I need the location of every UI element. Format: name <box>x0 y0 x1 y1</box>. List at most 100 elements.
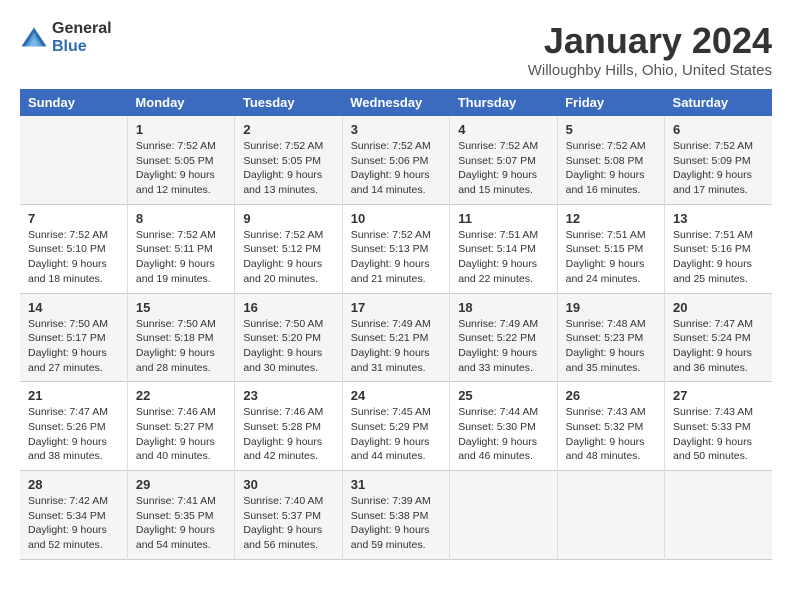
calendar-cell: 19 Sunrise: 7:48 AM Sunset: 5:23 PM Dayli… <box>557 293 664 382</box>
day-info: Sunrise: 7:49 AM Sunset: 5:22 PM Dayligh… <box>458 317 548 376</box>
calendar-cell: 15 Sunrise: 7:50 AM Sunset: 5:18 PM Dayli… <box>127 293 234 382</box>
calendar-cell: 30 Sunrise: 7:40 AM Sunset: 5:37 PM Dayli… <box>235 471 342 560</box>
calendar-cell <box>557 471 664 560</box>
calendar-cell: 2 Sunrise: 7:52 AM Sunset: 5:05 PM Daylig… <box>235 116 342 204</box>
day-number: 16 <box>243 300 333 315</box>
day-info: Sunrise: 7:49 AM Sunset: 5:21 PM Dayligh… <box>351 317 441 376</box>
calendar-cell: 20 Sunrise: 7:47 AM Sunset: 5:24 PM Dayli… <box>665 293 772 382</box>
day-info: Sunrise: 7:52 AM Sunset: 5:13 PM Dayligh… <box>351 228 441 287</box>
day-info: Sunrise: 7:42 AM Sunset: 5:34 PM Dayligh… <box>28 494 119 553</box>
calendar-cell: 28 Sunrise: 7:42 AM Sunset: 5:34 PM Dayli… <box>20 471 127 560</box>
calendar-week-row: 1Sunrise: 7:52 AM Sunset: 5:05 PM Daylig… <box>20 116 772 204</box>
day-number: 19 <box>566 300 656 315</box>
calendar-cell: 9 Sunrise: 7:52 AM Sunset: 5:12 PM Daylig… <box>235 204 342 293</box>
logo-text: General Blue <box>52 20 112 55</box>
calendar-cell: 6 Sunrise: 7:52 AM Sunset: 5:09 PM Daylig… <box>665 116 772 204</box>
day-info: Sunrise: 7:52 AM Sunset: 5:10 PM Dayligh… <box>28 228 119 287</box>
day-info: Sunrise: 7:46 AM Sunset: 5:28 PM Dayligh… <box>243 405 333 464</box>
calendar-cell: 7Sunrise: 7:52 AM Sunset: 5:10 PM Daylig… <box>20 204 127 293</box>
calendar-cell <box>20 116 127 204</box>
calendar-cell: 27 Sunrise: 7:43 AM Sunset: 5:33 PM Dayli… <box>665 382 772 471</box>
day-number: 15 <box>136 300 226 315</box>
calendar-cell <box>450 471 557 560</box>
day-info: Sunrise: 7:52 AM Sunset: 5:07 PM Dayligh… <box>458 139 548 198</box>
calendar-header-row: SundayMondayTuesdayWednesdayThursdayFrid… <box>20 89 772 116</box>
day-info: Sunrise: 7:52 AM Sunset: 5:05 PM Dayligh… <box>136 139 226 198</box>
day-number: 22 <box>136 388 226 403</box>
day-number: 29 <box>136 477 226 492</box>
calendar-cell: 4 Sunrise: 7:52 AM Sunset: 5:07 PM Daylig… <box>450 116 557 204</box>
day-number: 2 <box>243 122 333 137</box>
calendar-cell: 23 Sunrise: 7:46 AM Sunset: 5:28 PM Dayli… <box>235 382 342 471</box>
calendar-cell: 25 Sunrise: 7:44 AM Sunset: 5:30 PM Dayli… <box>450 382 557 471</box>
day-info: Sunrise: 7:45 AM Sunset: 5:29 PM Dayligh… <box>351 405 441 464</box>
day-number: 28 <box>28 477 119 492</box>
day-info: Sunrise: 7:48 AM Sunset: 5:23 PM Dayligh… <box>566 317 656 376</box>
day-info: Sunrise: 7:51 AM Sunset: 5:15 PM Dayligh… <box>566 228 656 287</box>
day-info: Sunrise: 7:47 AM Sunset: 5:24 PM Dayligh… <box>673 317 764 376</box>
day-info: Sunrise: 7:50 AM Sunset: 5:20 PM Dayligh… <box>243 317 333 376</box>
day-number: 5 <box>566 122 656 137</box>
calendar-week-row: 7Sunrise: 7:52 AM Sunset: 5:10 PM Daylig… <box>20 204 772 293</box>
day-number: 25 <box>458 388 548 403</box>
day-number: 17 <box>351 300 441 315</box>
logo: General Blue <box>20 20 112 55</box>
day-info: Sunrise: 7:47 AM Sunset: 5:26 PM Dayligh… <box>28 405 119 464</box>
day-number: 14 <box>28 300 119 315</box>
calendar-cell: 31Sunrise: 7:39 AM Sunset: 5:38 PM Dayli… <box>342 471 449 560</box>
day-info: Sunrise: 7:52 AM Sunset: 5:12 PM Dayligh… <box>243 228 333 287</box>
calendar-cell: 10 Sunrise: 7:52 AM Sunset: 5:13 PM Dayli… <box>342 204 449 293</box>
day-info: Sunrise: 7:46 AM Sunset: 5:27 PM Dayligh… <box>136 405 226 464</box>
day-number: 27 <box>673 388 764 403</box>
calendar-cell: 17 Sunrise: 7:49 AM Sunset: 5:21 PM Dayli… <box>342 293 449 382</box>
calendar-cell: 12 Sunrise: 7:51 AM Sunset: 5:15 PM Dayli… <box>557 204 664 293</box>
day-info: Sunrise: 7:52 AM Sunset: 5:11 PM Dayligh… <box>136 228 226 287</box>
calendar-cell: 8Sunrise: 7:52 AM Sunset: 5:11 PM Daylig… <box>127 204 234 293</box>
logo-blue-text: Blue <box>52 38 112 56</box>
day-info: Sunrise: 7:43 AM Sunset: 5:33 PM Dayligh… <box>673 405 764 464</box>
calendar-cell: 21 Sunrise: 7:47 AM Sunset: 5:26 PM Dayli… <box>20 382 127 471</box>
day-number: 10 <box>351 211 441 226</box>
calendar-cell: 13 Sunrise: 7:51 AM Sunset: 5:16 PM Dayli… <box>665 204 772 293</box>
day-number: 11 <box>458 211 548 226</box>
day-number: 30 <box>243 477 333 492</box>
day-number: 23 <box>243 388 333 403</box>
day-info: Sunrise: 7:52 AM Sunset: 5:08 PM Dayligh… <box>566 139 656 198</box>
day-number: 6 <box>673 122 764 137</box>
calendar-cell: 22 Sunrise: 7:46 AM Sunset: 5:27 PM Dayli… <box>127 382 234 471</box>
calendar-week-row: 14 Sunrise: 7:50 AM Sunset: 5:17 PM Dayli… <box>20 293 772 382</box>
weekday-header: Monday <box>127 89 234 116</box>
day-number: 26 <box>566 388 656 403</box>
day-info: Sunrise: 7:51 AM Sunset: 5:16 PM Dayligh… <box>673 228 764 287</box>
page-header: General Blue January 2024 Willoughby Hil… <box>20 20 772 79</box>
calendar-week-row: 28 Sunrise: 7:42 AM Sunset: 5:34 PM Dayli… <box>20 471 772 560</box>
day-info: Sunrise: 7:50 AM Sunset: 5:17 PM Dayligh… <box>28 317 119 376</box>
logo-icon <box>20 24 48 52</box>
day-info: Sunrise: 7:44 AM Sunset: 5:30 PM Dayligh… <box>458 405 548 464</box>
calendar-subtitle: Willoughby Hills, Ohio, United States <box>528 62 772 79</box>
day-info: Sunrise: 7:52 AM Sunset: 5:05 PM Dayligh… <box>243 139 333 198</box>
day-number: 13 <box>673 211 764 226</box>
day-info: Sunrise: 7:43 AM Sunset: 5:32 PM Dayligh… <box>566 405 656 464</box>
day-info: Sunrise: 7:41 AM Sunset: 5:35 PM Dayligh… <box>136 494 226 553</box>
day-number: 12 <box>566 211 656 226</box>
day-number: 4 <box>458 122 548 137</box>
calendar-cell: 11Sunrise: 7:51 AM Sunset: 5:14 PM Dayli… <box>450 204 557 293</box>
day-number: 24 <box>351 388 441 403</box>
weekday-header: Saturday <box>665 89 772 116</box>
day-number: 9 <box>243 211 333 226</box>
day-number: 20 <box>673 300 764 315</box>
day-info: Sunrise: 7:39 AM Sunset: 5:38 PM Dayligh… <box>351 494 441 553</box>
calendar-cell: 14 Sunrise: 7:50 AM Sunset: 5:17 PM Dayli… <box>20 293 127 382</box>
calendar-cell: 1Sunrise: 7:52 AM Sunset: 5:05 PM Daylig… <box>127 116 234 204</box>
calendar-cell: 16 Sunrise: 7:50 AM Sunset: 5:20 PM Dayli… <box>235 293 342 382</box>
day-info: Sunrise: 7:40 AM Sunset: 5:37 PM Dayligh… <box>243 494 333 553</box>
day-info: Sunrise: 7:50 AM Sunset: 5:18 PM Dayligh… <box>136 317 226 376</box>
calendar-cell: 3Sunrise: 7:52 AM Sunset: 5:06 PM Daylig… <box>342 116 449 204</box>
calendar-cell: 29 Sunrise: 7:41 AM Sunset: 5:35 PM Dayli… <box>127 471 234 560</box>
title-block: January 2024 Willoughby Hills, Ohio, Uni… <box>528 20 772 79</box>
day-number: 18 <box>458 300 548 315</box>
weekday-header: Friday <box>557 89 664 116</box>
day-info: Sunrise: 7:52 AM Sunset: 5:09 PM Dayligh… <box>673 139 764 198</box>
day-number: 21 <box>28 388 119 403</box>
